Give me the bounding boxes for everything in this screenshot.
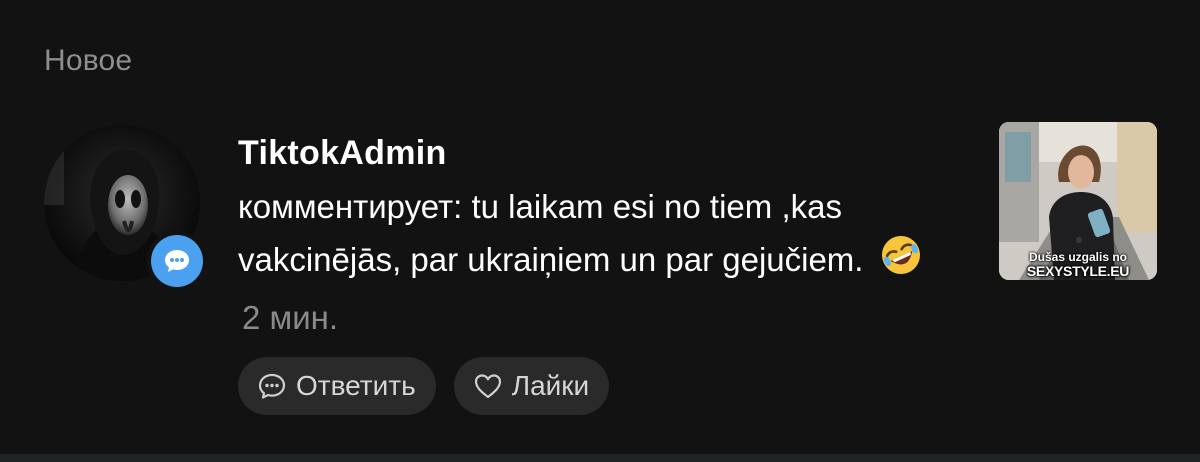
thumbnail-caption-line1: Dušas uzgalis no (1028, 250, 1128, 264)
bottom-divider (0, 454, 1200, 462)
section-title: Новое (44, 44, 133, 77)
comment-badge (147, 231, 207, 291)
rolling-on-floor-laughing-emoji-icon (879, 233, 923, 292)
username[interactable]: TiktokAdmin (238, 132, 958, 174)
comment-bubble-icon (258, 373, 286, 399)
comment-text: комментирует: tu laikam esi no tiem ,kas… (238, 181, 938, 344)
avatar-container[interactable] (44, 125, 207, 291)
reply-button[interactable]: Ответить (238, 357, 436, 415)
heart-outline-icon (474, 374, 501, 399)
notification-content: TiktokAdmin комментирует: tu laikam esi … (238, 132, 958, 344)
action-prefix: комментирует: (238, 188, 472, 225)
reply-button-label: Ответить (296, 370, 416, 401)
notification-item[interactable]: TiktokAdmin комментирует: tu laikam esi … (0, 120, 1200, 420)
thumbnail-caption-line2: SEXYSTYLE.EU (1026, 263, 1130, 279)
like-button-label: Лайки (511, 370, 590, 401)
timestamp: 2 мин. (242, 299, 339, 336)
like-button[interactable]: Лайки (453, 357, 610, 415)
action-buttons: Ответить Лайки (238, 357, 610, 415)
comment-bubble-icon (151, 235, 203, 287)
video-thumbnail[interactable]: Dušas uzgalis no SEXYSTYLE.EU (999, 122, 1157, 280)
